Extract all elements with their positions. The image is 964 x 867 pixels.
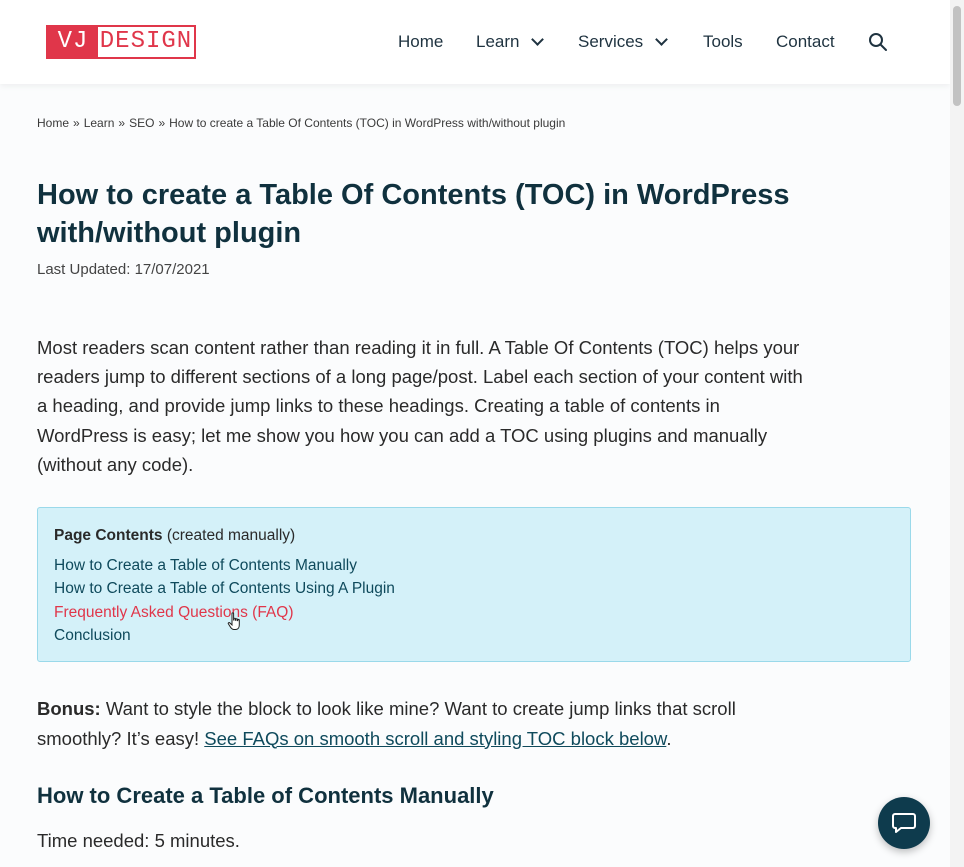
- faq-smooth-scroll-link[interactable]: See FAQs on smooth scroll and styling TO…: [204, 728, 666, 749]
- search-icon[interactable]: [868, 32, 888, 52]
- chat-icon: [892, 813, 916, 833]
- chevron-down-icon: [531, 33, 545, 46]
- nav-services[interactable]: Services: [578, 30, 669, 54]
- section-heading: How to Create a Table of Contents Manual…: [37, 783, 494, 808]
- browser-viewport: VJ DESIGN Home Learn Services Tools Cont…: [0, 0, 951, 867]
- toc-link-manual[interactable]: How to Create a Table of Contents Manual…: [54, 554, 894, 577]
- hand-pointer-icon: [227, 612, 240, 630]
- nav-contact-label: Contact: [776, 32, 835, 51]
- nav-tools-label: Tools: [703, 32, 743, 51]
- toc-link-plugin[interactable]: How to Create a Table of Contents Using …: [54, 577, 894, 600]
- intro-paragraph: Most readers scan content rather than re…: [37, 337, 803, 475]
- breadcrumb-separator: »: [118, 116, 126, 130]
- nav-contact[interactable]: Contact: [776, 30, 835, 54]
- nav-tools[interactable]: Tools: [703, 30, 743, 54]
- main-nav: Home Learn Services Tools Contact: [0, 30, 950, 54]
- time-needed: Time needed: 5 minutes.: [37, 830, 240, 851]
- nav-home-label: Home: [398, 32, 444, 51]
- site-header: VJ DESIGN Home Learn Services Tools Cont…: [0, 0, 950, 84]
- page-title: How to create a Table Of Contents (TOC) …: [37, 179, 790, 249]
- breadcrumb-separator: »: [73, 116, 80, 130]
- toc-heading: Page Contents (created manually): [54, 526, 894, 546]
- nav-services-label: Services: [578, 32, 644, 51]
- table-of-contents: Page Contents (created manually) How to …: [37, 507, 911, 662]
- toc-link-conclusion[interactable]: Conclusion: [54, 624, 894, 647]
- breadcrumb-separator: »: [158, 116, 166, 130]
- chevron-down-icon: [655, 33, 669, 46]
- last-updated: Last Updated: 17/07/2021: [37, 261, 210, 278]
- breadcrumb-current: How to create a Table Of Contents (TOC) …: [169, 116, 566, 130]
- toc-title: Page Contents: [54, 527, 163, 544]
- scrollbar[interactable]: [950, 0, 964, 867]
- breadcrumb-seo[interactable]: SEO: [129, 116, 154, 130]
- nav-learn-label: Learn: [476, 32, 520, 51]
- toc-note: (created manually): [162, 527, 296, 544]
- nav-learn[interactable]: Learn: [476, 30, 545, 54]
- bonus-label: Bonus:: [37, 698, 101, 719]
- bonus-end: .: [666, 727, 672, 749]
- breadcrumb-home[interactable]: Home: [37, 116, 69, 130]
- chat-button[interactable]: [878, 797, 930, 849]
- scrollbar-thumb[interactable]: [953, 6, 961, 106]
- toc-link-faq[interactable]: Frequently Asked Questions (FAQ): [54, 601, 894, 624]
- breadcrumb: Home» Learn» SEO» How to create a Table Of …: [37, 116, 565, 130]
- breadcrumb-learn[interactable]: Learn: [84, 116, 115, 130]
- bonus-paragraph: Bonus: Want to style the block to look l…: [37, 694, 797, 753]
- nav-home[interactable]: Home: [398, 30, 443, 54]
